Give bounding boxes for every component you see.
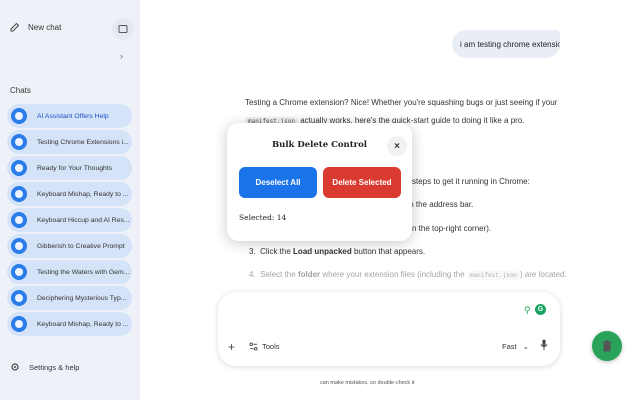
user-message: i am testing chrome extensio	[452, 30, 560, 58]
chat-list-item[interactable]: Testing Chrome Extensions i...	[7, 130, 132, 154]
bold-text: Load unpacked	[293, 247, 352, 256]
settings-label: Settings & help	[29, 362, 80, 372]
g-extension-icon[interactable]: G	[535, 304, 546, 315]
gear-icon	[11, 363, 19, 371]
chat-item-label: Gibberish to Creative Prompt	[37, 242, 125, 250]
step-number: 3.	[249, 247, 256, 256]
chat-circle-icon	[11, 134, 27, 150]
sidebar-toggle-button[interactable]	[112, 18, 134, 40]
chat-item-label: AI Assistant Offers Help	[37, 112, 109, 120]
chat-list-item[interactable]: AI Assistant Offers Help	[7, 104, 132, 128]
response-line: n the top-right corner).	[412, 224, 492, 233]
disclaimer-text: can make mistakes, so double-check it	[320, 380, 415, 386]
chat-circle-icon	[11, 108, 27, 124]
response-text: Click the	[260, 247, 291, 256]
chat-item-label: Keyboard Hiccup and AI Res...	[37, 216, 130, 224]
microphone-icon[interactable]	[540, 339, 548, 351]
chat-item-label: Ready for Your Thoughts	[37, 164, 113, 172]
model-label: Fast	[502, 342, 517, 351]
message-composer[interactable]: ⚲ G + Tools Fast ⌄	[218, 292, 560, 366]
response-line: steps to get it running in Chrome:	[412, 177, 530, 186]
new-chat-label: New chat	[28, 22, 62, 32]
model-selector[interactable]: Fast ⌄	[502, 342, 529, 351]
response-text: ) are located.	[519, 270, 567, 279]
dialog-title: Bulk Delete Control	[271, 140, 368, 150]
response-text: where your extension files (including th…	[322, 270, 465, 279]
chat-list-item[interactable]: Ready for Your Thoughts	[7, 156, 132, 180]
delete-selected-button[interactable]: Delete Selected	[323, 167, 401, 198]
chat-list-item[interactable]: Gibberish to Creative Prompt	[7, 234, 132, 258]
chats-section-label: Chats	[10, 86, 31, 95]
chat-circle-icon	[11, 264, 27, 280]
deselect-all-button[interactable]: Deselect All	[239, 167, 317, 198]
add-attachment-button[interactable]: +	[228, 340, 235, 354]
chat-list: AI Assistant Offers Help Testing Chrome …	[7, 104, 132, 338]
response-text: in the address bar.	[407, 200, 474, 209]
settings-help-button[interactable]: Settings & help	[10, 362, 79, 372]
selected-count: Selected: 14	[239, 213, 287, 222]
chat-item-label: Keyboard Mishap, Ready to ...	[37, 320, 129, 328]
chat-circle-icon	[11, 212, 27, 228]
response-text: Testing a Chrome extension? Nice! Whethe…	[245, 98, 558, 107]
trash-icon	[602, 340, 612, 352]
chat-item-label: Testing the Waters with Gem...	[37, 268, 130, 276]
chat-list-item[interactable]: Keyboard Mishap, Ready to ...	[7, 312, 132, 336]
tools-label: Tools	[262, 342, 280, 351]
panel-icon	[118, 25, 128, 33]
extension-icons: ⚲ G	[524, 304, 546, 315]
response-text: Select the	[260, 270, 296, 279]
response-paragraph: Testing a Chrome extension? Nice! Whethe…	[245, 98, 557, 107]
chat-list-item[interactable]: Keyboard Mishap, Ready to ...	[7, 182, 132, 206]
chevron-down-icon: ⌄	[522, 342, 529, 351]
tools-icon	[249, 342, 258, 351]
tools-button[interactable]: Tools	[249, 342, 280, 351]
chat-circle-icon	[11, 290, 27, 306]
step-number: 4.	[249, 270, 256, 279]
chat-circle-icon	[11, 316, 27, 332]
trash-button[interactable]	[592, 331, 622, 361]
response-step: 4. Select the folder where your extensio…	[249, 270, 567, 280]
chat-circle-icon	[11, 238, 27, 254]
chat-list-item[interactable]: Deciphering Mysterious Typ...	[7, 286, 132, 310]
response-step: 3. Click the Load unpacked button that a…	[249, 247, 425, 256]
location-pin-icon[interactable]: ⚲	[524, 305, 532, 315]
bulk-delete-dialog: Bulk Delete Control × Deselect All Delet…	[227, 123, 412, 241]
chat-list-item[interactable]: Keyboard Hiccup and AI Res...	[7, 208, 132, 232]
chat-item-label: Keyboard Mishap, Ready to ...	[37, 190, 129, 198]
chat-circle-icon	[11, 160, 27, 176]
chat-circle-icon	[11, 186, 27, 202]
inline-code: manifest.json	[466, 271, 520, 280]
bold-text: folder	[297, 270, 321, 279]
close-button[interactable]: ×	[387, 136, 407, 156]
new-chat-button[interactable]: New chat	[10, 22, 61, 32]
sidebar: New chat › Chats AI Assistant Offers Hel…	[0, 0, 140, 400]
chat-item-label: Testing Chrome Extensions i...	[37, 138, 129, 146]
chat-list-item[interactable]: Testing the Waters with Gem...	[7, 260, 132, 284]
response-text: button that appears.	[353, 247, 426, 256]
chevron-right-icon[interactable]: ›	[120, 51, 123, 61]
edit-icon	[10, 22, 20, 32]
chat-item-label: Deciphering Mysterious Typ...	[37, 294, 127, 302]
